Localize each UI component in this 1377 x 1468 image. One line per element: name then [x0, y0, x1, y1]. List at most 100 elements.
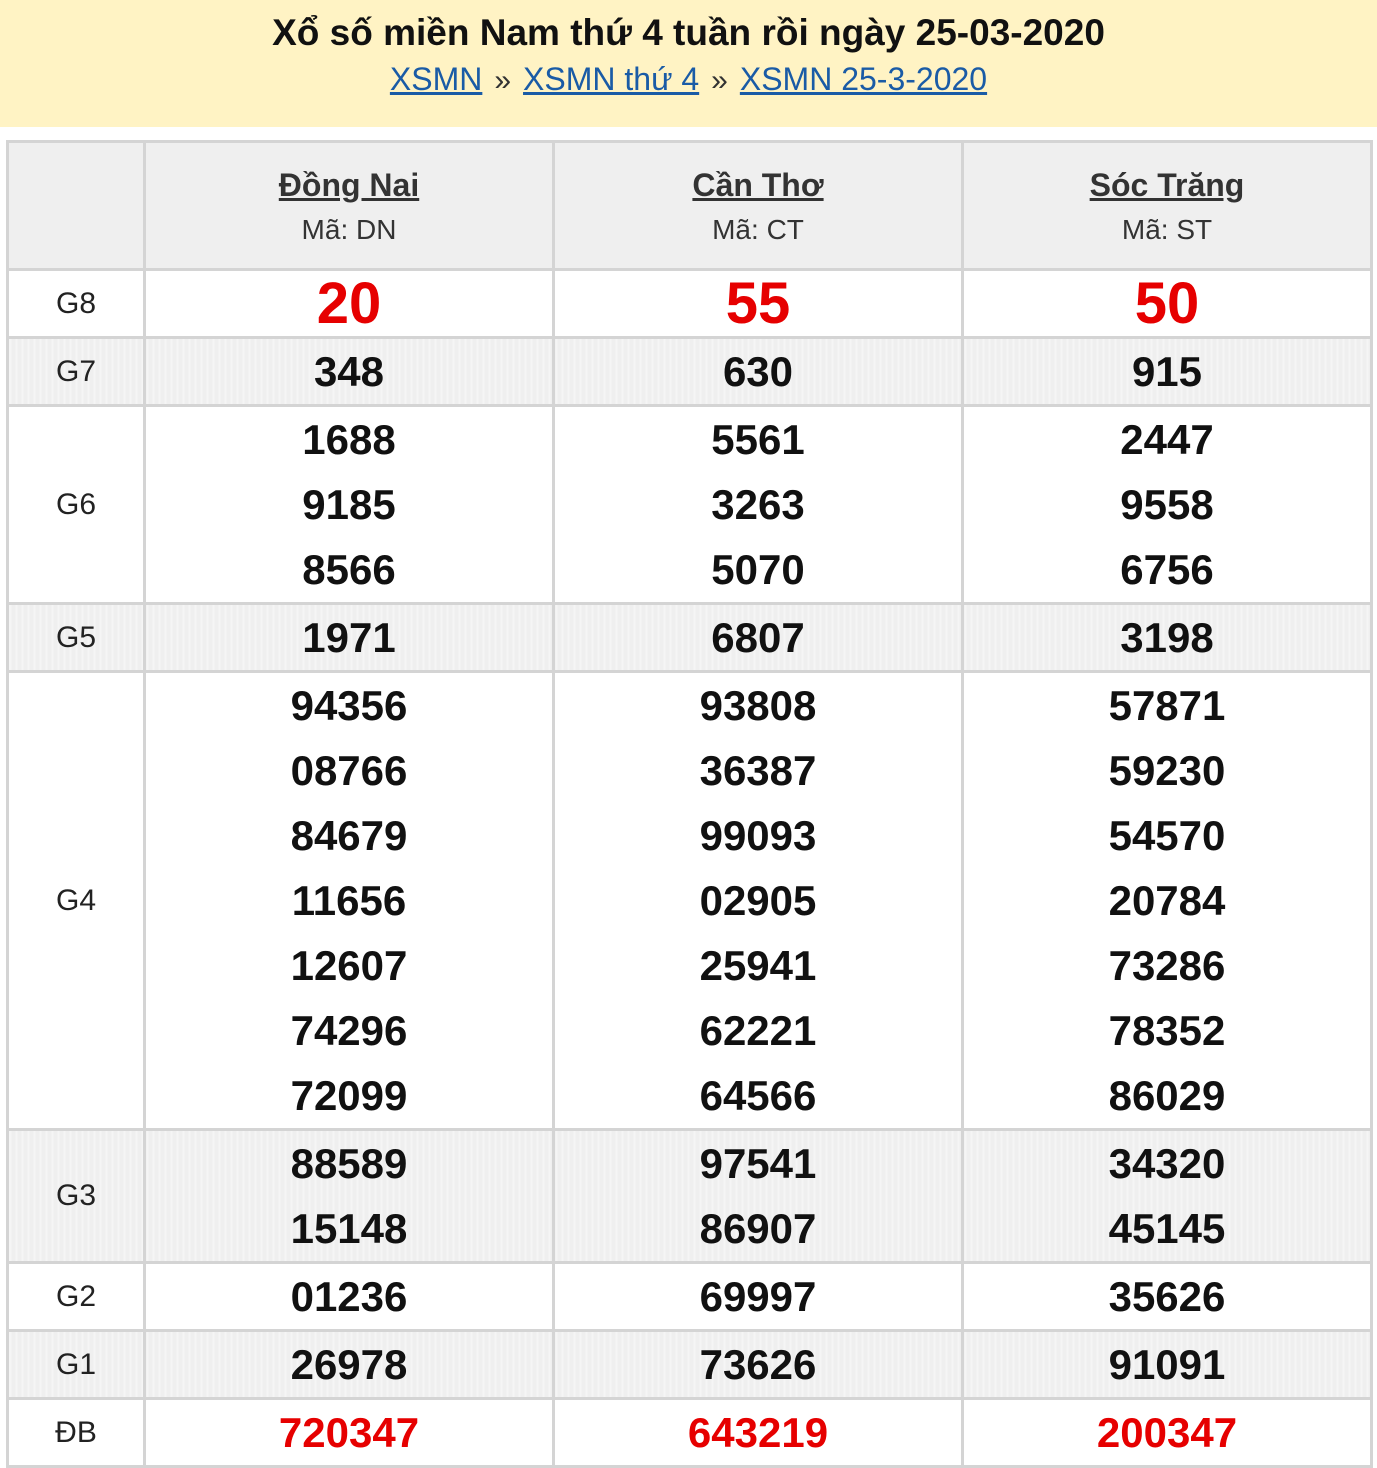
- prize-number: 9185: [302, 481, 396, 528]
- breadcrumb: XSMN » XSMN thứ 4 » XSMN 25-3-2020: [0, 60, 1377, 100]
- prize-number: 54570: [1108, 812, 1226, 859]
- prize-label: G3: [6, 1128, 146, 1264]
- breadcrumb-separator: »: [494, 64, 512, 97]
- prize-number: 26978: [290, 1341, 408, 1388]
- prize-number: 88589: [290, 1140, 408, 1187]
- prize-number: 6756: [1120, 546, 1214, 593]
- province-link-soc-trang[interactable]: Sóc Trăng: [964, 165, 1370, 205]
- results-table: Đồng Nai Mã: DN Cần Thơ Mã: CT Sóc Trăng…: [6, 140, 1373, 1468]
- page-header: Xổ số miền Nam thứ 4 tuần rồi ngày 25-03…: [0, 0, 1377, 127]
- prize-cell: 643219: [552, 1397, 964, 1468]
- prize-number: 8566: [302, 546, 396, 593]
- prize-cell: 720347: [143, 1397, 555, 1468]
- prize-number: 2447: [1120, 416, 1214, 463]
- prize-number: 50: [1134, 271, 1200, 336]
- prize-cell: 200347: [961, 1397, 1373, 1468]
- prize-number: 02905: [699, 877, 817, 924]
- prize-number: 73286: [1108, 942, 1226, 989]
- prize-number: 64566: [699, 1072, 817, 1119]
- province-link-can-tho[interactable]: Cần Thơ: [555, 165, 961, 205]
- prize-number: 35626: [1108, 1273, 1226, 1320]
- prize-cell: 35626: [961, 1261, 1373, 1332]
- special-prize-number: 200347: [1096, 1409, 1238, 1456]
- special-prize-number: 643219: [687, 1409, 829, 1456]
- prize-number: 5070: [711, 546, 805, 593]
- prize-number: 01236: [290, 1273, 408, 1320]
- province-header-soc-trang: Sóc Trăng Mã: ST: [961, 140, 1373, 271]
- prize-number: 9558: [1120, 481, 1214, 528]
- prize-number: 86029: [1108, 1072, 1226, 1119]
- prize-number: 20: [316, 271, 382, 336]
- prize-number: 915: [1131, 348, 1203, 395]
- prize-cell: 93808 36387 99093 02905 25941 62221 6456…: [552, 670, 964, 1131]
- prize-cell: 01236: [143, 1261, 555, 1332]
- breadcrumb-link-xsmn[interactable]: XSMN: [390, 61, 482, 97]
- prize-row-g8: G8 20 55 50: [6, 268, 1373, 339]
- prize-number: 34320: [1108, 1140, 1226, 1187]
- prize-number: 1688: [302, 416, 396, 463]
- prize-number: 36387: [699, 747, 817, 794]
- province-link-dong-nai[interactable]: Đồng Nai: [146, 165, 552, 205]
- prize-cell: 1971: [143, 602, 555, 673]
- prize-row-g2: G2 01236 69997 35626: [6, 1261, 1373, 1332]
- prize-cell: 50: [961, 268, 1373, 339]
- prize-cell: 97541 86907: [552, 1128, 964, 1264]
- prize-number: 73626: [699, 1341, 817, 1388]
- header-corner-cell: [6, 140, 146, 271]
- prize-number: 62221: [699, 1007, 817, 1054]
- prize-number: 15148: [290, 1205, 408, 1252]
- prize-cell: 630: [552, 336, 964, 407]
- prize-row-g6: G6 1688 9185 8566 5561 3263 5070 2447 95…: [6, 404, 1373, 605]
- prize-cell: 94356 08766 84679 11656 12607 74296 7209…: [143, 670, 555, 1131]
- prize-cell: 1688 9185 8566: [143, 404, 555, 605]
- prize-number: 59230: [1108, 747, 1226, 794]
- province-code: Mã: DN: [301, 213, 397, 245]
- breadcrumb-link-xsmn-date[interactable]: XSMN 25-3-2020: [740, 61, 987, 97]
- page-title: Xổ số miền Nam thứ 4 tuần rồi ngày 25-03…: [272, 12, 1105, 53]
- prize-number: 74296: [290, 1007, 408, 1054]
- prize-number: 57871: [1108, 682, 1226, 729]
- prize-number: 84679: [290, 812, 408, 859]
- prize-label: G4: [6, 670, 146, 1131]
- prize-number: 69997: [699, 1273, 817, 1320]
- prize-label: G7: [6, 336, 146, 407]
- prize-number: 3198: [1120, 614, 1214, 661]
- prize-cell: 5561 3263 5070: [552, 404, 964, 605]
- special-prize-number: 720347: [278, 1409, 420, 1456]
- prize-number: 55: [725, 271, 791, 336]
- prize-row-g7: G7 348 630 915: [6, 336, 1373, 407]
- prize-number: 630: [722, 348, 794, 395]
- prize-label: G8: [6, 268, 146, 339]
- prize-cell: 91091: [961, 1329, 1373, 1400]
- prize-number: 08766: [290, 747, 408, 794]
- prize-label: G2: [6, 1261, 146, 1332]
- prize-number: 1971: [302, 614, 396, 661]
- prize-row-special: ĐB 720347 643219 200347: [6, 1397, 1373, 1468]
- prize-number: 6807: [711, 614, 805, 661]
- prize-cell: 2447 9558 6756: [961, 404, 1373, 605]
- prize-number: 94356: [290, 682, 408, 729]
- prize-number: 99093: [699, 812, 817, 859]
- prize-cell: 73626: [552, 1329, 964, 1400]
- prize-cell: 57871 59230 54570 20784 73286 78352 8602…: [961, 670, 1373, 1131]
- prize-number: 25941: [699, 942, 817, 989]
- province-header-can-tho: Cần Thơ Mã: CT: [552, 140, 964, 271]
- breadcrumb-link-xsmn-thu-4[interactable]: XSMN thứ 4: [523, 61, 699, 97]
- prize-number: 86907: [699, 1205, 817, 1252]
- prize-cell: 34320 45145: [961, 1128, 1373, 1264]
- province-code: Mã: ST: [1121, 213, 1213, 245]
- prize-cell: 26978: [143, 1329, 555, 1400]
- prize-number: 91091: [1108, 1341, 1226, 1388]
- prize-number: 93808: [699, 682, 817, 729]
- prize-label: G6: [6, 404, 146, 605]
- prize-label: ĐB: [6, 1397, 146, 1468]
- prize-number: 348: [313, 348, 385, 395]
- province-header-dong-nai: Đồng Nai Mã: DN: [143, 140, 555, 271]
- prize-label: G1: [6, 1329, 146, 1400]
- breadcrumb-separator: »: [711, 64, 728, 97]
- prize-row-g5: G5 1971 6807 3198: [6, 602, 1373, 673]
- prize-row-g4: G4 94356 08766 84679 11656 12607 74296 7…: [6, 670, 1373, 1131]
- prize-cell: 6807: [552, 602, 964, 673]
- prize-number: 11656: [291, 877, 407, 924]
- prize-number: 78352: [1108, 1007, 1226, 1054]
